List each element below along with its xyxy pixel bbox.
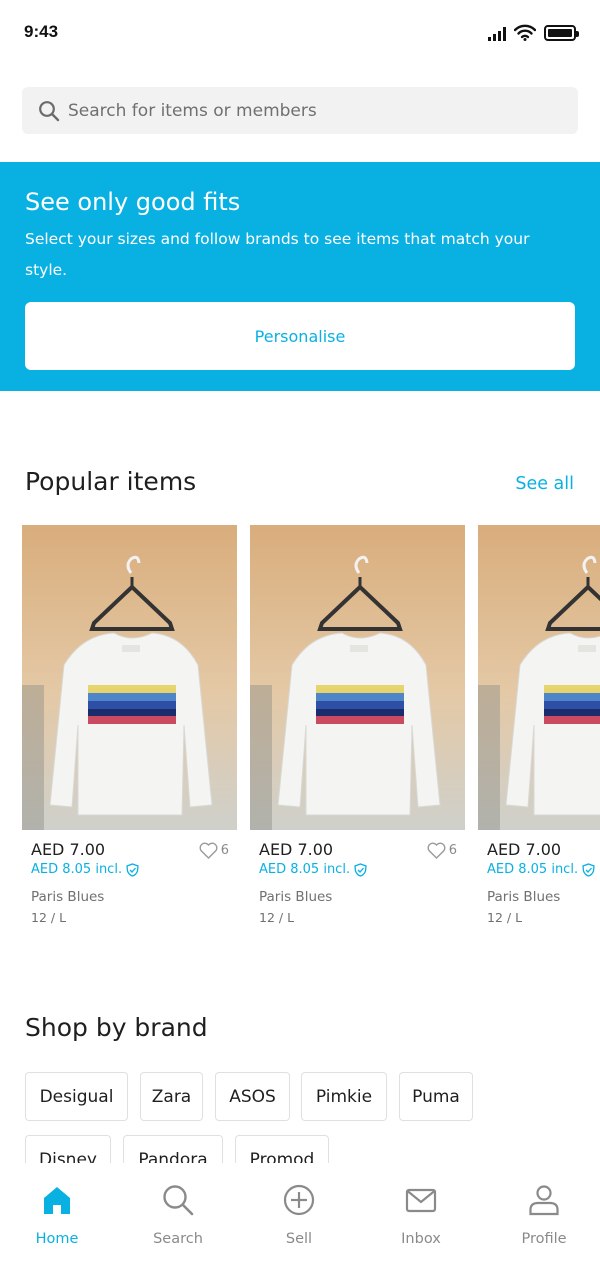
bottom-tab-bar: Home Search Sell Inbox Profile [0,1163,600,1263]
item-card[interactable]: AED 7.00 6 AED 8.05 incl. Paris Blues 12… [250,525,465,935]
favorite-count: 6 [220,843,229,858]
brand-chip-pandora[interactable]: Pandora [123,1135,223,1163]
item-price: AED 7.00 [487,840,562,859]
item-card[interactable]: AED 7.00 AED 8.05 incl. Paris Blues 12 /… [478,525,600,935]
battery-icon [544,24,579,41]
item-brand: Paris Blues [31,889,105,905]
brand-chip-promod[interactable]: Promod [235,1135,329,1163]
item-incl-price-text: AED 8.05 incl. [31,862,123,877]
item-incl-price: AED 8.05 incl. [31,862,139,877]
tab-label: Profile [521,1231,567,1247]
brand-chip-asos[interactable]: ASOS [215,1072,290,1121]
item-card[interactable]: AED 7.00 6 AED 8.05 incl. Paris Blues 12… [22,525,237,935]
tab-label: Sell [285,1231,313,1247]
popular-items-title: Popular items [25,467,197,496]
favorite-count: 6 [448,843,457,858]
personalise-button[interactable]: Personalise [25,302,575,370]
favorite-button[interactable]: 6 [199,842,229,859]
item-photo[interactable] [478,525,600,830]
item-size: 12 / L [487,910,523,925]
wifi-icon [514,24,536,41]
plus-circle-icon [283,1184,315,1216]
item-incl-price: AED 8.05 incl. [487,862,595,877]
brand-chip-desigual[interactable]: Desigual [25,1072,128,1121]
tab-profile[interactable]: Profile [489,1183,599,1249]
search-icon [163,1185,194,1216]
status-icons [488,24,579,41]
popular-items-list: AED 7.00 6 AED 8.05 incl. Paris Blues 12… [22,525,600,935]
item-photo[interactable] [22,525,237,830]
tab-inbox[interactable]: Inbox [366,1183,476,1249]
brand-chip-puma[interactable]: Puma [399,1072,473,1121]
banner-text: Select your sizes and follow brands to s… [25,230,530,279]
see-all-link[interactable]: See all [515,474,574,494]
person-icon [529,1185,559,1216]
tab-label: Search [153,1231,203,1247]
brand-chip-zara[interactable]: Zara [140,1072,203,1121]
item-size: 12 / L [259,910,295,925]
buyer-protection-icon [126,862,139,877]
search-icon [39,100,60,121]
heart-icon [199,842,218,859]
brand-chip-pimkie[interactable]: Pimkie [301,1072,387,1121]
search-input[interactable] [68,100,548,121]
item-incl-price-text: AED 8.05 incl. [259,862,351,877]
search-bar[interactable] [22,87,578,134]
heart-icon [427,842,446,859]
banner-title: See only good fits [25,188,241,216]
item-price: AED 7.00 [31,840,106,859]
status-time: 9:43 [24,22,59,41]
item-incl-price: AED 8.05 incl. [259,862,367,877]
brand-chip-list: Desigual Zara ASOS Pimkie Puma Disney Pa… [25,1072,585,1163]
tab-label: Home [35,1231,79,1247]
tab-sell[interactable]: Sell [244,1183,354,1249]
home-icon [44,1187,70,1214]
item-brand: Paris Blues [487,889,561,905]
buyer-protection-icon [582,862,595,877]
favorite-button[interactable]: 6 [427,842,457,859]
buyer-protection-icon [354,862,367,877]
item-incl-price-text: AED 8.05 incl. [487,862,579,877]
item-size: 12 / L [31,910,67,925]
personalise-banner: See only good fits Select your sizes and… [0,162,600,391]
cellular-signal-icon [488,25,506,41]
item-brand: Paris Blues [259,889,333,905]
envelope-icon [405,1188,437,1213]
item-photo[interactable] [250,525,465,830]
tab-search[interactable]: Search [123,1183,233,1249]
tab-label: Inbox [401,1231,441,1247]
brand-chip-disney[interactable]: Disney [25,1135,111,1163]
tab-home[interactable]: Home [2,1183,112,1249]
status-bar: 9:43 [0,0,600,68]
item-price: AED 7.00 [259,840,334,859]
shop-by-brand-title: Shop by brand [25,1013,208,1042]
